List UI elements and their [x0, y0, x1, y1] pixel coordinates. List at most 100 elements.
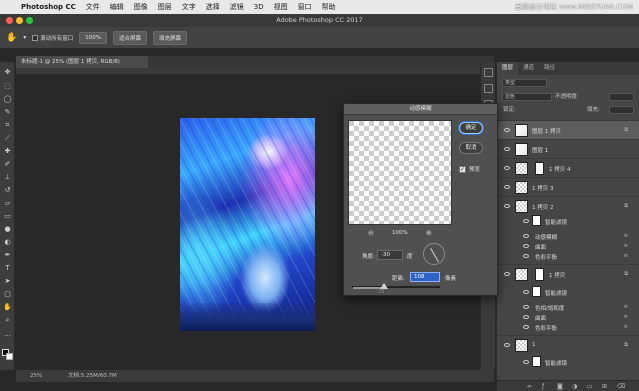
visibility-eye-icon[interactable] [523, 219, 529, 223]
background-color-swatch[interactable] [6, 353, 13, 360]
new-group-icon[interactable]: ▭ [587, 383, 593, 390]
smart-filter-item[interactable]: 动感模糊 ≡ [497, 232, 639, 241]
clone-stamp-tool-icon[interactable]: ⊥ [3, 173, 12, 182]
tab-channels[interactable]: 通道 [518, 62, 539, 75]
menu-3d[interactable]: 3D [249, 3, 269, 11]
scroll-all-windows-checkbox[interactable]: 滚动所有窗口 [32, 34, 73, 42]
menu-view[interactable]: 视图 [269, 2, 293, 12]
visibility-eye-icon[interactable] [523, 244, 529, 248]
cancel-button[interactable]: 取消 [459, 142, 483, 154]
layer-row[interactable]: 1 拷贝 2 ⧉ [497, 196, 639, 215]
menu-app-name[interactable]: Photoshop CC [16, 3, 81, 11]
eyedropper-tool-icon[interactable]: ⟋ [3, 134, 12, 143]
zoom-tool-icon[interactable]: ⌕ [3, 316, 12, 325]
visibility-eye-icon[interactable] [523, 325, 529, 329]
document-canvas-image[interactable] [180, 118, 315, 331]
tool-preset-dropdown-icon[interactable]: ▾ [23, 34, 26, 41]
zoom-value-field[interactable]: 100% [79, 31, 107, 44]
menu-window[interactable]: 窗口 [293, 2, 317, 12]
smart-filter-item[interactable]: 色彩平衡 ≡ [497, 323, 639, 332]
add-mask-icon[interactable]: ◙ [557, 383, 563, 390]
visibility-eye-icon[interactable] [523, 254, 529, 258]
fill-field[interactable] [609, 106, 634, 114]
menu-image[interactable]: 图像 [129, 2, 153, 12]
smart-filter-item[interactable]: 曲面 ≡ [497, 242, 639, 251]
filter-mask-thumbnail[interactable] [532, 286, 541, 297]
opacity-field[interactable] [609, 93, 634, 101]
layer-name[interactable]: 图层 1 拷贝 [532, 127, 561, 135]
layer-name[interactable]: 1 拷贝 4 [549, 165, 571, 173]
color-swatches[interactable] [2, 343, 13, 368]
angle-input[interactable]: -30 [377, 250, 403, 260]
ok-button[interactable]: 确定 [459, 122, 483, 134]
filter-mask-thumbnail[interactable] [532, 356, 541, 367]
fill-screen-button[interactable]: 填充屏幕 [153, 30, 188, 45]
dodge-tool-icon[interactable]: ◐ [3, 238, 12, 247]
visibility-eye-icon[interactable] [523, 360, 529, 364]
move-tool-icon[interactable]: ✥ [3, 68, 12, 77]
layer-filter-dropdown[interactable]: 类型 [502, 79, 547, 87]
layer-row[interactable]: 图层 1 [497, 139, 639, 158]
layer-style-icon[interactable]: ƒ [542, 383, 544, 390]
visibility-eye-icon[interactable] [523, 315, 529, 319]
gradient-tool-icon[interactable]: ▭ [3, 212, 12, 221]
visibility-eye-icon[interactable] [504, 166, 510, 170]
status-doc-size[interactable]: 文档:5.25M/60.7M [68, 370, 117, 382]
lasso-tool-icon[interactable]: ◯ [3, 95, 12, 104]
blend-mode-dropdown[interactable]: 滤色 [502, 93, 552, 101]
zoom-in-icon[interactable]: ⊕ [426, 229, 432, 237]
layer-row[interactable]: 1 拷贝 ⧉ [497, 264, 639, 283]
layer-name[interactable]: 1 拷贝 2 [532, 203, 554, 211]
layer-row[interactable]: 图层 1 拷贝 ⧉ [497, 120, 639, 139]
crop-tool-icon[interactable]: ⌗ [3, 121, 12, 130]
layer-row[interactable]: 1 拷贝 4 [497, 158, 639, 177]
visibility-eye-icon[interactable] [523, 234, 529, 238]
filter-options-icon[interactable]: ≡ [624, 304, 628, 310]
distance-slider[interactable] [352, 283, 440, 289]
layer-name[interactable]: 1 [532, 342, 536, 348]
filter-options-icon[interactable]: ≡ [624, 233, 628, 239]
menu-file[interactable]: 文件 [81, 2, 105, 12]
preview-checkbox[interactable]: ✓ [459, 166, 466, 173]
link-layers-icon[interactable]: ∞ [527, 383, 532, 390]
type-tool-icon[interactable]: T [3, 264, 12, 273]
more-tools-icon[interactable]: … [3, 330, 12, 339]
tab-paths[interactable]: 路径 [539, 62, 560, 75]
properties-panel-icon[interactable] [484, 84, 493, 93]
path-select-tool-icon[interactable]: ➤ [3, 277, 12, 286]
delete-layer-icon[interactable]: ⌫ [617, 383, 625, 390]
filter-mask-thumbnail[interactable] [532, 215, 541, 226]
smart-filter-item[interactable]: 色相/饱和度 ≡ [497, 303, 639, 312]
layer-name[interactable]: 图层 1 [532, 146, 548, 154]
tab-layers[interactable]: 图层 [497, 62, 519, 75]
new-layer-icon[interactable]: ⊞ [602, 383, 607, 390]
layer-name[interactable]: 1 拷贝 [549, 271, 565, 279]
minimize-window-button[interactable] [16, 17, 23, 24]
status-zoom[interactable]: 25% [30, 370, 42, 382]
filter-options-icon[interactable]: ≡ [624, 253, 628, 259]
hand-tool-icon[interactable]: ✋ [3, 303, 12, 312]
angle-dial[interactable] [423, 243, 445, 265]
visibility-eye-icon[interactable] [504, 204, 510, 208]
filter-options-icon[interactable]: ≡ [624, 314, 628, 320]
distance-input[interactable]: 108 [410, 272, 440, 282]
layer-name[interactable]: 1 拷贝 3 [532, 184, 554, 192]
menu-edit[interactable]: 编辑 [105, 2, 129, 12]
smart-filter-item[interactable]: 色彩平衡 ≡ [497, 252, 639, 261]
history-brush-tool-icon[interactable]: ↺ [3, 186, 12, 195]
blur-tool-icon[interactable]: ● [3, 225, 12, 234]
layer-mask-thumbnail[interactable] [535, 268, 544, 281]
pen-tool-icon[interactable]: ✒ [3, 251, 12, 260]
fit-screen-button[interactable]: 适合屏幕 [112, 30, 147, 45]
brush-tool-icon[interactable]: ✐ [3, 160, 12, 169]
visibility-eye-icon[interactable] [523, 290, 529, 294]
layer-row[interactable]: 1 ⧉ [497, 335, 639, 354]
visibility-eye-icon[interactable] [504, 343, 510, 347]
shape-tool-icon[interactable]: ▢ [3, 290, 12, 299]
menu-layer[interactable]: 图层 [153, 2, 177, 12]
menu-help[interactable]: 帮助 [317, 2, 341, 12]
marquee-tool-icon[interactable]: ⬚ [3, 82, 12, 91]
layer-mask-thumbnail[interactable] [535, 162, 544, 175]
zoom-out-icon[interactable]: ⊖ [368, 229, 374, 237]
quick-select-tool-icon[interactable]: ✎ [3, 108, 12, 117]
